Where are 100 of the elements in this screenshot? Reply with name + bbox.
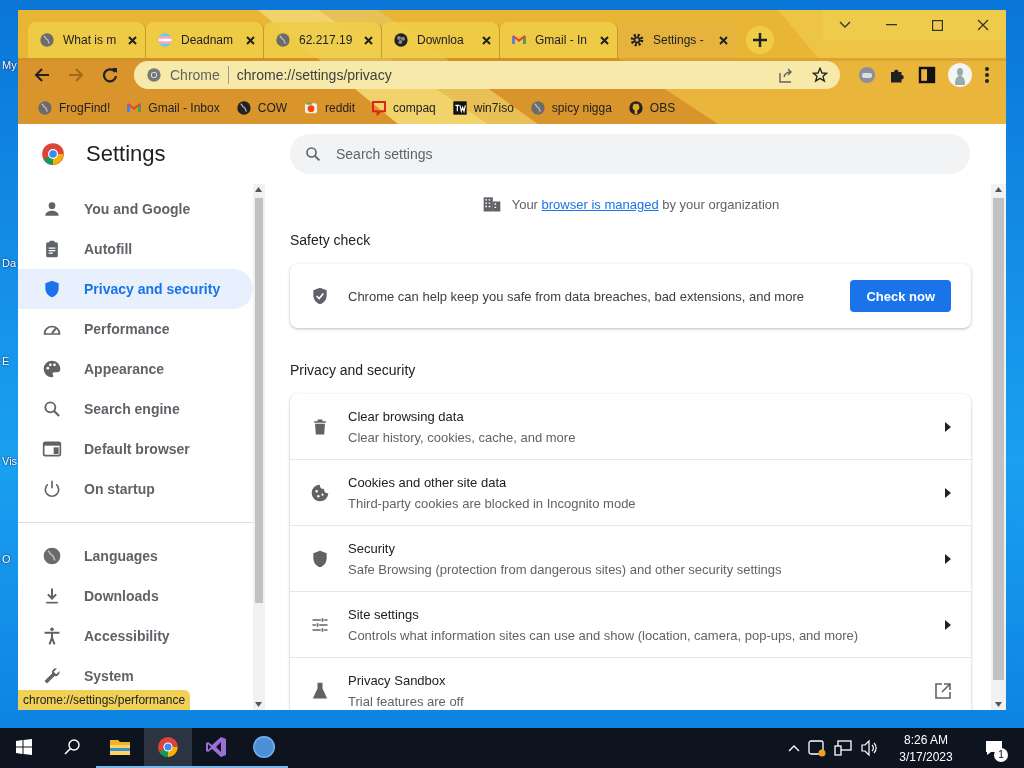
close-tab-icon[interactable] [482, 35, 491, 45]
page-title: Settings [86, 141, 166, 167]
link-status-tooltip: chrome://settings/performance [18, 690, 191, 710]
round-logo-icon [252, 735, 276, 759]
chevron-right-icon [945, 487, 951, 498]
safety-check-text: Chrome can help keep you safe from data breaches, bad extensions, and more [348, 288, 805, 304]
bookmark[interactable]: Gmail - Inbox [119, 98, 227, 118]
clock-date[interactable]: 3/17/2023 [899, 749, 953, 764]
tab-title: Gmail - In [535, 33, 588, 47]
close-tab-icon[interactable] [364, 35, 373, 45]
site-chip[interactable]: Chrome [170, 67, 220, 83]
address-bar[interactable]: Chrome chrome://settings/privacy [134, 61, 840, 89]
globe-icon [275, 32, 291, 48]
external-link-icon [935, 682, 951, 699]
chrome-logo-icon [156, 735, 180, 759]
settings-row[interactable]: Clear browsing data Clear history, cookies, cache, and more [290, 394, 971, 459]
reload-icon [102, 67, 118, 83]
power-icon [42, 479, 62, 499]
chevron-right-icon [945, 421, 951, 432]
close-tab-icon[interactable] [246, 35, 255, 45]
close-tab-icon[interactable] [719, 35, 728, 45]
settings-row[interactable]: Privacy Sandbox Trial features are off [290, 657, 971, 710]
cat-icon [627, 100, 644, 116]
chevron-right-icon [945, 619, 951, 630]
tray-app-icon[interactable] [808, 739, 826, 757]
square-logo-icon [451, 100, 468, 116]
windows-logo-icon [16, 739, 32, 755]
sidebar-item[interactable]: Autofill [18, 229, 253, 269]
settings-row[interactable]: Cookies and other site data Third-party cookies are blocked in Incognito mode [290, 459, 971, 525]
speaker-icon[interactable] [860, 739, 878, 757]
browser-tab[interactable]: Gmail - In [500, 22, 618, 58]
browser-tab[interactable]: Downloa [382, 22, 500, 58]
row-subtitle: Controls what information sites can use and show (location, camera, pop-ups, and more) [348, 627, 860, 643]
share-icon[interactable] [778, 67, 794, 83]
scrollbar[interactable] [991, 184, 1006, 710]
back-arrow-icon [34, 67, 50, 83]
bookmark[interactable]: spicy nigga [522, 98, 619, 118]
scroll-up-arrow-icon[interactable] [995, 187, 1002, 192]
bookmark[interactable]: OBS [620, 98, 683, 118]
star-icon[interactable] [812, 67, 828, 83]
settings-row[interactable]: Site settings Controls what information sites can use and show (location, camera, pop-ups, and more) [290, 591, 971, 657]
close-icon [977, 19, 989, 31]
sidebar-item[interactable]: Languages [18, 536, 253, 576]
bookmark[interactable]: compaq [364, 98, 443, 118]
sidebar-item[interactable]: You and Google [18, 189, 253, 229]
clock-time[interactable]: 8:26 AM [904, 732, 948, 747]
maximize-icon [931, 19, 943, 31]
sidebar-item[interactable]: Performance [18, 309, 253, 349]
sidebar-item[interactable]: Appearance [18, 349, 253, 389]
chevron-right-icon [945, 553, 951, 564]
desktop-icon-label[interactable]: Da [2, 257, 17, 269]
scroll-up-arrow-icon[interactable] [255, 187, 262, 192]
chevron-up-icon[interactable] [788, 744, 800, 752]
flask-icon [310, 680, 330, 701]
alien-icon [303, 100, 320, 116]
close-tab-icon[interactable] [600, 35, 609, 45]
check-now-button[interactable]: Check now [850, 280, 951, 312]
sidebar-item[interactable]: Default browser [18, 429, 253, 469]
sidebar-item[interactable]: On startup [18, 469, 253, 509]
notification-button[interactable]: 1 [974, 728, 1014, 768]
side-panel-icon[interactable] [918, 66, 936, 84]
bookmark[interactable]: COW [228, 98, 295, 118]
bookmark[interactable]: win7iso [444, 98, 521, 118]
managed-notice: Your browser is managed by your organization [511, 196, 780, 212]
search-icon [42, 399, 62, 419]
row-subtitle: Safe Browsing (protection from dangerous sites) and other security settings [348, 561, 783, 577]
row-subtitle: Trial features are off [348, 693, 465, 709]
search-icon [304, 145, 322, 163]
browser-window-icon [42, 439, 62, 459]
desktop-icon-label[interactable]: My [2, 59, 17, 71]
network-icon[interactable] [834, 739, 852, 757]
browser-tab[interactable]: 62.217.19 [264, 22, 382, 58]
building-icon [481, 194, 502, 214]
scrollbar[interactable] [253, 184, 265, 710]
settings-row[interactable]: Security Safe Browsing (protection from dangerous sites) and other security settings [290, 525, 971, 591]
globe-icon [39, 32, 55, 48]
browser-tab[interactable]: What is m [28, 22, 146, 58]
search-field[interactable]: Search settings [290, 134, 970, 174]
bookmark[interactable]: FrogFind! [30, 98, 118, 118]
globe-icon [42, 546, 62, 566]
sidebar-item[interactable]: Search engine [18, 389, 253, 429]
sidebar-item[interactable]: Privacy and security [18, 269, 253, 309]
person-icon [42, 199, 62, 219]
more-menu-icon[interactable] [984, 66, 990, 84]
bookmark[interactable]: reddit [296, 98, 363, 118]
scroll-down-arrow-icon[interactable] [255, 702, 262, 707]
sidebar-item[interactable]: Accessibility [18, 616, 253, 656]
close-tab-icon[interactable] [128, 35, 137, 45]
taskbar-app-button[interactable] [144, 728, 192, 768]
browser-tab[interactable]: Settings - [618, 22, 736, 58]
search-icon [64, 739, 80, 755]
plus-icon [753, 33, 767, 47]
managed-link[interactable]: browser is managed [541, 196, 659, 212]
gear-icon [629, 32, 645, 48]
minimize-icon [885, 24, 897, 26]
scroll-down-arrow-icon[interactable] [995, 702, 1002, 707]
row-title: Clear browsing data [348, 408, 465, 424]
browser-tab[interactable]: Deadnam [146, 22, 264, 58]
notification-count: 1 [994, 748, 1008, 762]
sidebar-item[interactable]: Downloads [18, 576, 253, 616]
